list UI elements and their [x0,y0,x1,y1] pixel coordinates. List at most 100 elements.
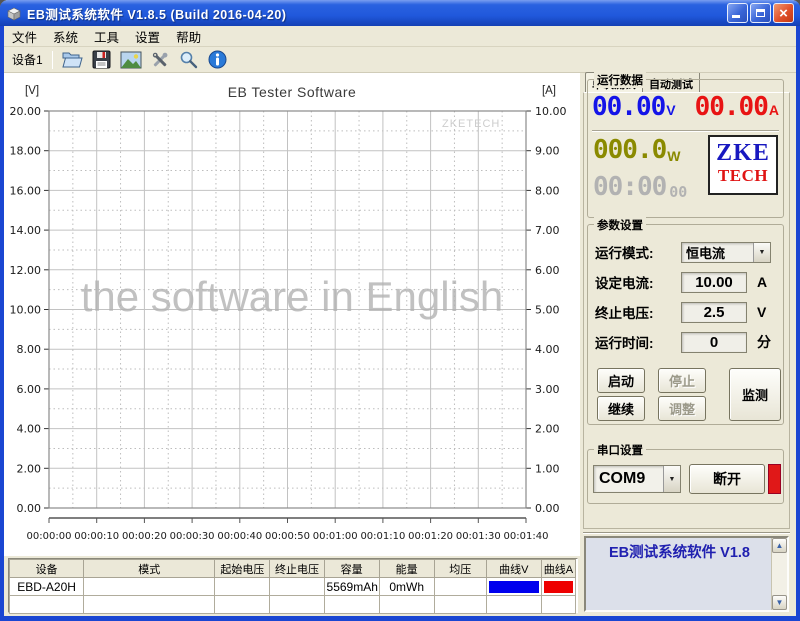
table-cell [10,596,84,614]
table-row[interactable]: EBD-A20H5569mAh0mWh [10,578,576,596]
set-current-unit: A [757,274,767,290]
table-cell [215,578,270,596]
table-cell [541,596,575,614]
window-title: EB测试系统软件 V1.8.5 (Build 2016-04-20) [27,4,286,23]
table-cell: 5569mAh [324,578,379,596]
table-cell [541,578,575,596]
monitor-button[interactable]: 监测 [729,368,781,421]
y-left-tick-label: 4.00 [17,423,42,436]
com-port-select[interactable]: COM9 ▼ [593,465,681,493]
disconnect-button[interactable]: 断开 [689,464,765,494]
power-display: 000.0W [593,136,681,164]
info-icon[interactable] [207,49,229,70]
cutoff-voltage-unit: V [757,304,766,320]
cutoff-voltage-label: 终止电压: [595,302,654,322]
continue-button[interactable]: 继续 [597,396,645,421]
run-data-caption: 运行数据 [594,72,646,88]
y-left-tick-label: 8.00 [17,343,42,356]
menu-file[interactable]: 文件 [4,25,45,48]
y-right-tick-label: 9.00 [535,145,560,158]
right-panel: 单次测试 自动测试 运行数据 00.00V 00.00A 000.0W 00:0… [583,73,792,613]
mode-select[interactable]: 恒电流 ▼ [681,242,771,263]
adjust-button[interactable]: 调整 [658,396,706,421]
table-header-cell: 能量 [379,560,434,578]
power-digits: 000.0 [593,136,666,164]
close-icon: × [779,6,788,21]
device-table-panel: 设备模式起始电压终止电压容量能量均压曲线V曲线AEBD-A20H5569mAh0… [8,558,578,613]
y-right-tick-label: 0.00 [535,502,560,515]
y-left-tick-label: 20.00 [10,105,42,118]
menu-system[interactable]: 系统 [45,25,86,48]
title-bar: EB测试系统软件 V1.8.5 (Build 2016-04-20) × [0,0,800,26]
table-cell [324,596,379,614]
mode-value: 恒电流 [682,243,753,262]
tools-icon[interactable] [149,49,171,70]
zketech-watermark: ZKETECH [442,118,500,130]
curve-color-swatch [544,581,573,593]
run-data-group: 运行数据 00.00V 00.00A 000.0W 00:0000 ZKE TE… [587,79,784,218]
x-tick-label: 00:00:30 [170,531,215,542]
table-cell [270,578,324,596]
save-icon[interactable] [91,49,113,70]
x-tick-label: 00:01:30 [456,531,501,542]
connection-indicator [768,464,781,494]
y-right-tick-label: 7.00 [535,224,560,237]
logo-zke-text: ZKE [710,140,776,166]
image-icon[interactable] [120,49,142,70]
chart-panel: EB Tester Software [V] [A] 00:00:0000:00… [4,73,580,556]
x-tick-label: 00:00:10 [74,531,119,542]
current-digits: 00.00 [695,92,768,122]
table-cell [434,596,486,614]
table-cell [434,578,486,596]
watermark-text: the software in English [4,273,580,321]
menu-help[interactable]: 帮助 [168,25,209,48]
time-display: 00:0000 [593,173,687,201]
serial-caption: 串口设置 [594,442,646,458]
info-text: EB测试系统软件 V1.8 [592,541,767,562]
x-tick-label: 00:01:20 [408,531,453,542]
chevron-down-icon[interactable]: ▼ [663,466,680,492]
x-tick-label: 00:00:00 [27,531,72,542]
chevron-down-icon[interactable]: ▼ [753,243,770,262]
info-box: EB测试系统软件 V1.8 ▲ ▼ [584,536,789,612]
toolbar: 设备1 [4,47,796,73]
menu-tools[interactable]: 工具 [86,25,127,48]
table-cell [270,596,324,614]
x-tick-label: 00:01:10 [360,531,405,542]
stop-button[interactable]: 停止 [658,368,706,393]
scroll-up-icon[interactable]: ▲ [772,538,787,553]
start-button[interactable]: 启动 [597,368,645,393]
x-tick-label: 00:00:50 [265,531,310,542]
scroll-down-icon[interactable]: ▼ [772,595,787,610]
params-group: 参数设置 运行模式: 恒电流 ▼ 设定电流: 10.00 A 终止电压: 2.5… [587,224,784,425]
x-tick-label: 00:00:40 [217,531,262,542]
y-right-tick-label: 4.00 [535,343,560,356]
panel-divider [583,532,790,534]
menu-settings[interactable]: 设置 [127,25,168,48]
menu-bar: 文件 系统 工具 设置 帮助 [4,26,796,47]
open-folder-icon[interactable] [62,49,84,70]
run-time-input[interactable]: 0 [681,332,747,353]
com-port-value: COM9 [594,470,663,488]
mode-row: 运行模式: 恒电流 ▼ [595,241,778,263]
y-left-tick-label: 18.00 [10,145,42,158]
minimize-button[interactable] [727,3,748,23]
table-header-cell: 均压 [434,560,486,578]
cutoff-voltage-input[interactable]: 2.5 [681,302,747,323]
table-header-row: 设备模式起始电压终止电压容量能量均压曲线V曲线A [10,560,576,578]
info-scrollbar[interactable]: ▲ ▼ [771,538,787,610]
y-left-tick-label: 0.00 [17,502,42,515]
table-header-cell: 终止电压 [270,560,324,578]
x-tick-label: 00:01:40 [504,531,549,542]
maximize-button[interactable] [750,3,771,23]
minimize-icon [732,15,740,18]
voltage-digits: 00.00 [592,92,665,122]
logo-tech-text: TECH [710,166,776,186]
table-header-cell: 模式 [84,560,215,578]
close-button[interactable]: × [773,3,794,23]
set-current-input[interactable]: 10.00 [681,272,747,293]
table-row[interactable] [10,596,576,614]
table-header-cell: 曲线A [541,560,575,578]
y-left-tick-label: 6.00 [17,383,42,396]
search-icon[interactable] [178,49,200,70]
